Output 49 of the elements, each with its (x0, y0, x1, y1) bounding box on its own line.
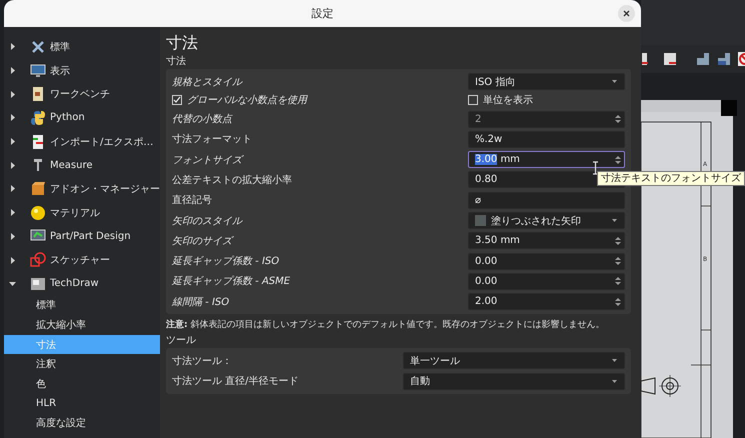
sidebar-item[interactable]: 色 (4, 374, 160, 394)
sidebar-item[interactable]: 高度な設定 (4, 413, 160, 433)
sidebar-item[interactable]: ワークベンチ (50, 87, 110, 102)
field-label: 直径記号 (172, 194, 213, 208)
tooltip: 寸法テキストのフォントサイズ (597, 171, 745, 186)
dropdown[interactable]: 自動 (403, 372, 625, 390)
sidebar-item[interactable]: インポート/エクスポ… (50, 134, 154, 149)
sidebar-item[interactable]: Python (50, 112, 85, 124)
field-label: 矢印のスタイル (172, 214, 244, 228)
checkbox[interactable]: 単位を表示 (468, 93, 625, 108)
field-label: フォントサイズ (172, 154, 245, 167)
spin-field[interactable]: 3.50 mm (468, 232, 625, 250)
dropdown[interactable]: 塗りつぶされた矢印 (468, 212, 625, 230)
spin-field[interactable]: 2.00 (468, 293, 625, 310)
field-label: 寸法フォーマット (172, 132, 253, 146)
page-title: 寸法 (166, 32, 199, 54)
field-label: 公差テキストの拡大縮小率 (172, 174, 293, 187)
sidebar-item[interactable]: 拡大縮小率 (4, 315, 160, 335)
input-field[interactable]: %.2w (468, 130, 625, 148)
window-title: 設定 (312, 6, 334, 21)
sidebar-item[interactable]: HLR (4, 394, 160, 414)
sidebar-item[interactable]: アドオン・マネージャー (50, 182, 160, 196)
sidebar-item[interactable]: 標準 (50, 40, 70, 54)
sidebar-item[interactable]: Part/Part Design (50, 230, 131, 242)
field-label: 寸法ツール： (172, 354, 233, 368)
sidebar-item[interactable]: TechDraw (50, 278, 99, 290)
field-label: 延長ギャップ係数 - ASME (172, 274, 292, 288)
note-text: 注意: 斜体表記の項目は新しいオブジェクトでのデフォルト値です。既存のオブジェクトには影響しません。 (166, 319, 606, 332)
field-label: 矢印のサイズ (172, 234, 235, 248)
field-label: 規格とスタイル (172, 76, 244, 88)
input-field[interactable]: ⌀ (468, 192, 625, 209)
field-label: 線間隔 - ISO (172, 296, 230, 309)
sidebar-item[interactable]: 注釈 (4, 354, 160, 374)
spin-field[interactable]: 0.00 (468, 252, 625, 270)
field-label: 延長ギャップ係数 - ISO (172, 254, 280, 268)
sidebar-item[interactable]: Measure (50, 160, 92, 171)
spin-field[interactable]: 0.00 (468, 272, 625, 290)
spin-field[interactable]: 3.00 mm (468, 151, 625, 168)
dropdown[interactable]: 単一ツール (403, 352, 625, 370)
sidebar-item[interactable]: 標準 (4, 296, 160, 316)
sidebar-item[interactable]: スケッチャー (50, 253, 110, 268)
group-title: 寸法 (166, 55, 187, 69)
checkbox[interactable]: グローバルな小数点を使用 (172, 93, 468, 108)
field-label: 寸法ツール 直径/半径モード (172, 374, 300, 388)
group-title: ツール (166, 334, 197, 348)
sidebar-item[interactable]: 表示 (50, 64, 70, 78)
field-label: 代替の小数点 (172, 112, 234, 126)
dropdown[interactable]: ISO 指向 (468, 73, 625, 90)
sidebar-item[interactable]: マテリアル (50, 206, 100, 220)
